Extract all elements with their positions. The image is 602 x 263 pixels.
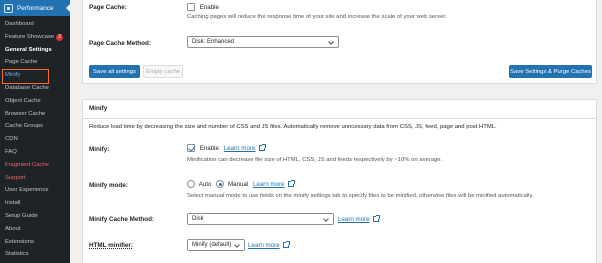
sidebar-item-dashboard[interactable]: Dashboard bbox=[0, 18, 70, 31]
external-link-icon bbox=[373, 215, 381, 223]
page-cache-method-label: Page Cache Method: bbox=[89, 40, 151, 47]
minify-enable-text: Enable bbox=[199, 144, 220, 152]
sidebar-menu: Dashboard Feature Showcase 2 General Sett… bbox=[0, 16, 70, 261]
sidebar-item-extensions[interactable]: Extensions bbox=[0, 236, 70, 249]
minify-mode-label: Minify mode: bbox=[89, 182, 128, 189]
minify-learn-more-link[interactable]: Learn more bbox=[224, 145, 256, 152]
cache-method-learn-more: Learn more bbox=[338, 215, 381, 223]
sidebar-item-cache-groups[interactable]: Cache Groups bbox=[0, 120, 70, 133]
sidebar-item-setup-guide[interactable]: Setup Guide bbox=[0, 210, 70, 223]
minify-cache-method-value: Disk bbox=[192, 216, 204, 222]
performance-icon bbox=[4, 3, 13, 13]
minify-mode-auto-text: Auto bbox=[198, 180, 212, 188]
sidebar-header-label: Performance bbox=[17, 4, 54, 12]
main-content: Page Cache: Enable Caching pages will re… bbox=[70, 0, 602, 263]
minify-mode-description: Select manual mode to use fields on the … bbox=[187, 193, 534, 199]
minify-enable-label: Minify: bbox=[89, 146, 110, 153]
sidebar-item-browser-cache[interactable]: Browser Cache bbox=[0, 108, 70, 121]
sidebar-item-user-experience[interactable]: User Experience bbox=[0, 184, 70, 197]
minify-mode-manual-text: Manual bbox=[227, 180, 249, 188]
html-minifier-learn-more: Learn more bbox=[248, 241, 291, 249]
page-cache-method-value: Disk: Enhanced bbox=[192, 39, 235, 45]
sidebar-item-faq[interactable]: FAQ bbox=[0, 146, 70, 159]
minify-cache-method-label: Minify Cache Method: bbox=[89, 216, 155, 223]
sidebar-item-object-cache[interactable]: Object Cache bbox=[0, 95, 70, 108]
page-cache-enable-row: Enable bbox=[187, 3, 219, 11]
save-purge-caches-button[interactable]: Save Settings & Purge Caches bbox=[509, 65, 592, 78]
sidebar-item-support[interactable]: Support bbox=[0, 172, 70, 185]
section-divider bbox=[83, 118, 596, 119]
minify-mode-manual-radio[interactable] bbox=[216, 180, 225, 188]
page-cache-label: Page Cache: bbox=[89, 4, 127, 11]
chevron-down-icon bbox=[323, 216, 329, 222]
save-all-settings-button[interactable]: Save all settings bbox=[89, 65, 140, 78]
cache-method-learn-more-link[interactable]: Learn more bbox=[338, 216, 370, 223]
page-cache-enable-text: Enable bbox=[199, 3, 220, 11]
sidebar-item-about[interactable]: About bbox=[0, 223, 70, 236]
minify-cache-method-select[interactable]: Disk bbox=[187, 213, 334, 225]
sidebar-performance-header[interactable]: Performance bbox=[0, 0, 70, 16]
sidebar-item-feature-showcase[interactable]: Feature Showcase 2 bbox=[0, 31, 70, 44]
page-cache-method-select[interactable]: Disk: Enhanced bbox=[187, 36, 339, 48]
minify-enable-description: Minification can decrease file size of H… bbox=[187, 157, 443, 163]
minify-section-title: Minify bbox=[89, 105, 108, 112]
sidebar-item-install[interactable]: Install bbox=[0, 197, 70, 210]
html-minifier-learn-more-link[interactable]: Learn more bbox=[248, 242, 280, 249]
minify-panel: Minify Reduce load time by decreasing th… bbox=[82, 99, 597, 263]
minify-enable-row: Enable Learn more bbox=[187, 144, 267, 152]
page-cache-panel: Page Cache: Enable Caching pages will re… bbox=[82, 0, 597, 84]
html-minifier-value: Minify (default) bbox=[192, 242, 232, 248]
page-cache-enable-checkbox[interactable] bbox=[187, 3, 195, 11]
sidebar-item-minify[interactable]: Minify bbox=[0, 69, 70, 84]
sidebar-item-database-cache[interactable]: Database Cache bbox=[0, 82, 70, 95]
admin-sidebar: Performance Dashboard Feature Showcase 2 … bbox=[0, 0, 70, 263]
html-minifier-select[interactable]: Minify (default) bbox=[187, 239, 245, 251]
sidebar-item-page-cache[interactable]: Page Cache bbox=[0, 56, 70, 69]
chevron-down-icon bbox=[328, 39, 334, 45]
page-cache-description: Caching pages will reduce the response t… bbox=[187, 14, 447, 20]
external-link-icon bbox=[283, 241, 291, 249]
empty-cache-button[interactable]: Empty cache bbox=[143, 65, 183, 78]
sidebar-item-statistics[interactable]: Statistics bbox=[0, 248, 70, 261]
html-minifier-label: HTML minifier: bbox=[89, 242, 133, 249]
minify-mode-learn-more-link[interactable]: Learn more bbox=[253, 181, 285, 188]
external-link-icon bbox=[288, 180, 296, 187]
chevron-down-icon bbox=[234, 242, 240, 248]
minify-intro: Reduce load time by decreasing the size … bbox=[89, 124, 497, 130]
minify-enable-checkbox[interactable] bbox=[187, 144, 195, 152]
sidebar-item-fragment-cache[interactable]: Fragment Cache bbox=[0, 159, 70, 172]
external-link-icon bbox=[259, 144, 267, 151]
minify-mode-row: Auto Manual Learn more bbox=[187, 180, 296, 188]
sidebar-item-cdn[interactable]: CDN bbox=[0, 133, 70, 146]
minify-mode-auto-radio[interactable] bbox=[187, 180, 195, 188]
update-count-badge: 2 bbox=[56, 33, 64, 41]
sidebar-item-general-settings[interactable]: General Settings bbox=[0, 44, 70, 57]
